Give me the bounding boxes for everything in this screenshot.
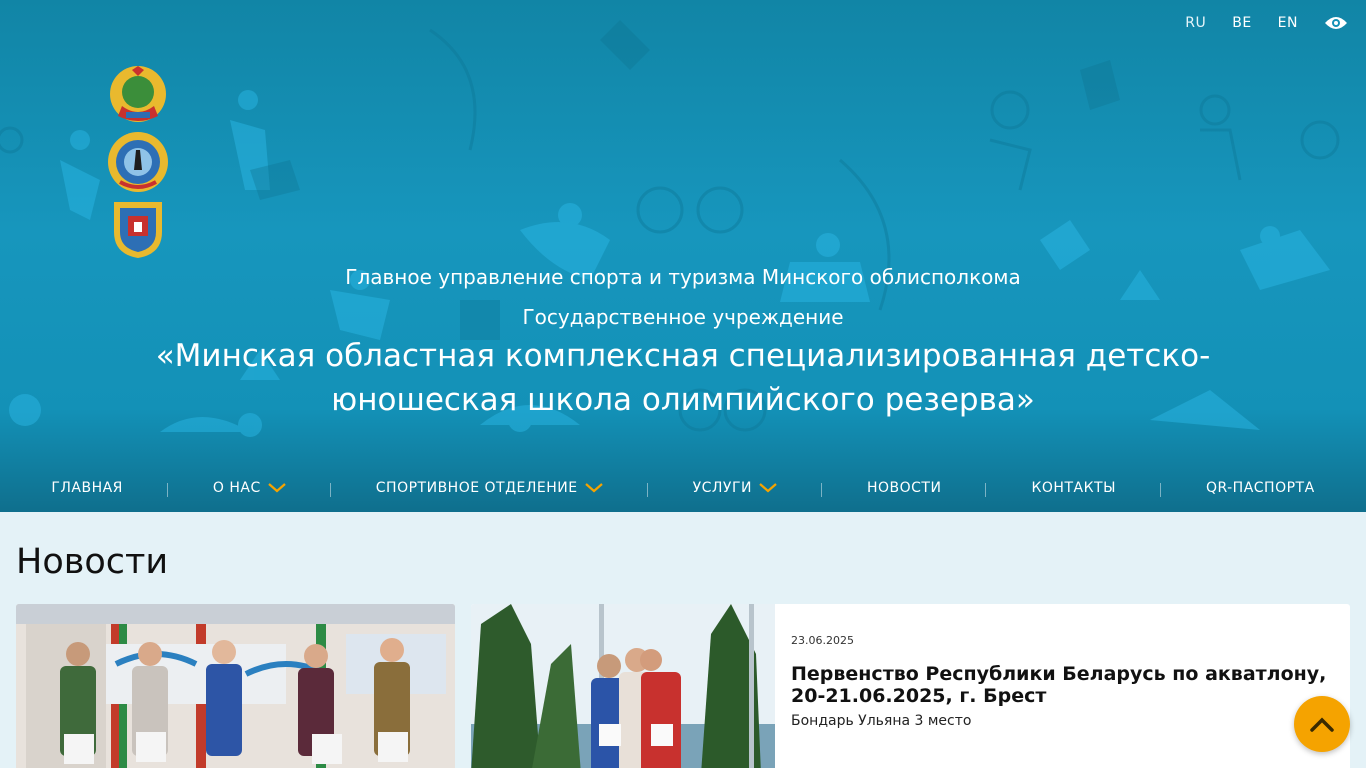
nav-item-services[interactable]: УСЛУГИ <box>648 480 823 497</box>
nav-item-about[interactable]: О НАС <box>168 480 331 497</box>
institution-title-block: Главное управление спорта и туризма Минс… <box>0 262 1366 422</box>
language-switcher: RU BE EN <box>1185 14 1348 32</box>
nav-item-qr-passports[interactable]: QR-ПАСПОРТА <box>1161 480 1360 496</box>
nav-item-label: КОНТАКТЫ <box>1031 480 1116 496</box>
main-nav: ГЛАВНАЯ О НАС СПОРТИВНОЕ ОТДЕЛЕНИЕ УСЛУГ… <box>0 464 1366 512</box>
lang-be-link[interactable]: BE <box>1232 15 1251 31</box>
news-image[interactable] <box>471 604 775 768</box>
lang-en-link[interactable]: EN <box>1278 15 1298 31</box>
emblem-stack <box>106 64 172 262</box>
eye-icon[interactable] <box>1324 14 1348 32</box>
news-photo-athletes <box>471 604 775 768</box>
chevron-down-icon <box>268 483 286 493</box>
news-section: Новости 23.06.2025 Первенство Республики… <box>0 512 1366 768</box>
lang-ru-link[interactable]: RU <box>1185 15 1206 31</box>
ministry-title: Главное управление спорта и туризма Минс… <box>345 265 1021 289</box>
news-description: Бондарь Ульяна 3 место <box>791 713 972 729</box>
chevron-down-icon <box>584 483 603 493</box>
site-header: RU BE EN Главное управление спорта и тур… <box>0 0 1366 512</box>
page-title: Новости <box>16 542 169 582</box>
chevron-up-icon <box>1310 717 1334 732</box>
sports-pattern-background <box>0 20 1340 437</box>
minsk-oblast-coat-icon <box>114 202 162 258</box>
minsk-region-emblem-icon <box>108 132 168 192</box>
nav-item-label: QR-ПАСПОРТА <box>1205 480 1315 496</box>
scroll-to-top-button[interactable] <box>1294 696 1350 752</box>
news-card-body: 23.06.2025 Первенство Республики Беларус… <box>791 634 1336 729</box>
nav-item-label: УСЛУГИ <box>692 480 752 496</box>
belarus-emblem-icon <box>110 66 166 122</box>
nav-item-news[interactable]: НОВОСТИ <box>822 480 987 497</box>
nav-item-sports-department[interactable]: СПОРТИВНОЕ ОТДЕЛЕНИЕ <box>331 480 648 497</box>
nav-item-label: О НАС <box>212 480 261 496</box>
news-card-swimming[interactable] <box>16 604 455 768</box>
nav-item-label: ГЛАВНАЯ <box>51 480 123 496</box>
nav-item-label: СПОРТИВНОЕ ОТДЕЛЕНИЕ <box>375 480 578 496</box>
nav-item-home[interactable]: ГЛАВНАЯ <box>6 480 168 497</box>
institution-type: Государственное учреждение <box>522 305 844 329</box>
institution-name: «Минская областная комплексная специализ… <box>155 338 1211 418</box>
nav-item-contacts[interactable]: КОНТАКТЫ <box>986 480 1162 497</box>
chevron-down-icon <box>759 483 777 493</box>
news-photo-podium <box>16 604 455 768</box>
nav-item-label: НОВОСТИ <box>866 480 942 496</box>
news-title-link[interactable]: Первенство Республики Беларусь по акватл… <box>791 663 1336 707</box>
news-date: 23.06.2025 <box>791 634 854 647</box>
news-card-aquathlon[interactable]: 23.06.2025 Первенство Республики Беларус… <box>471 604 1350 768</box>
